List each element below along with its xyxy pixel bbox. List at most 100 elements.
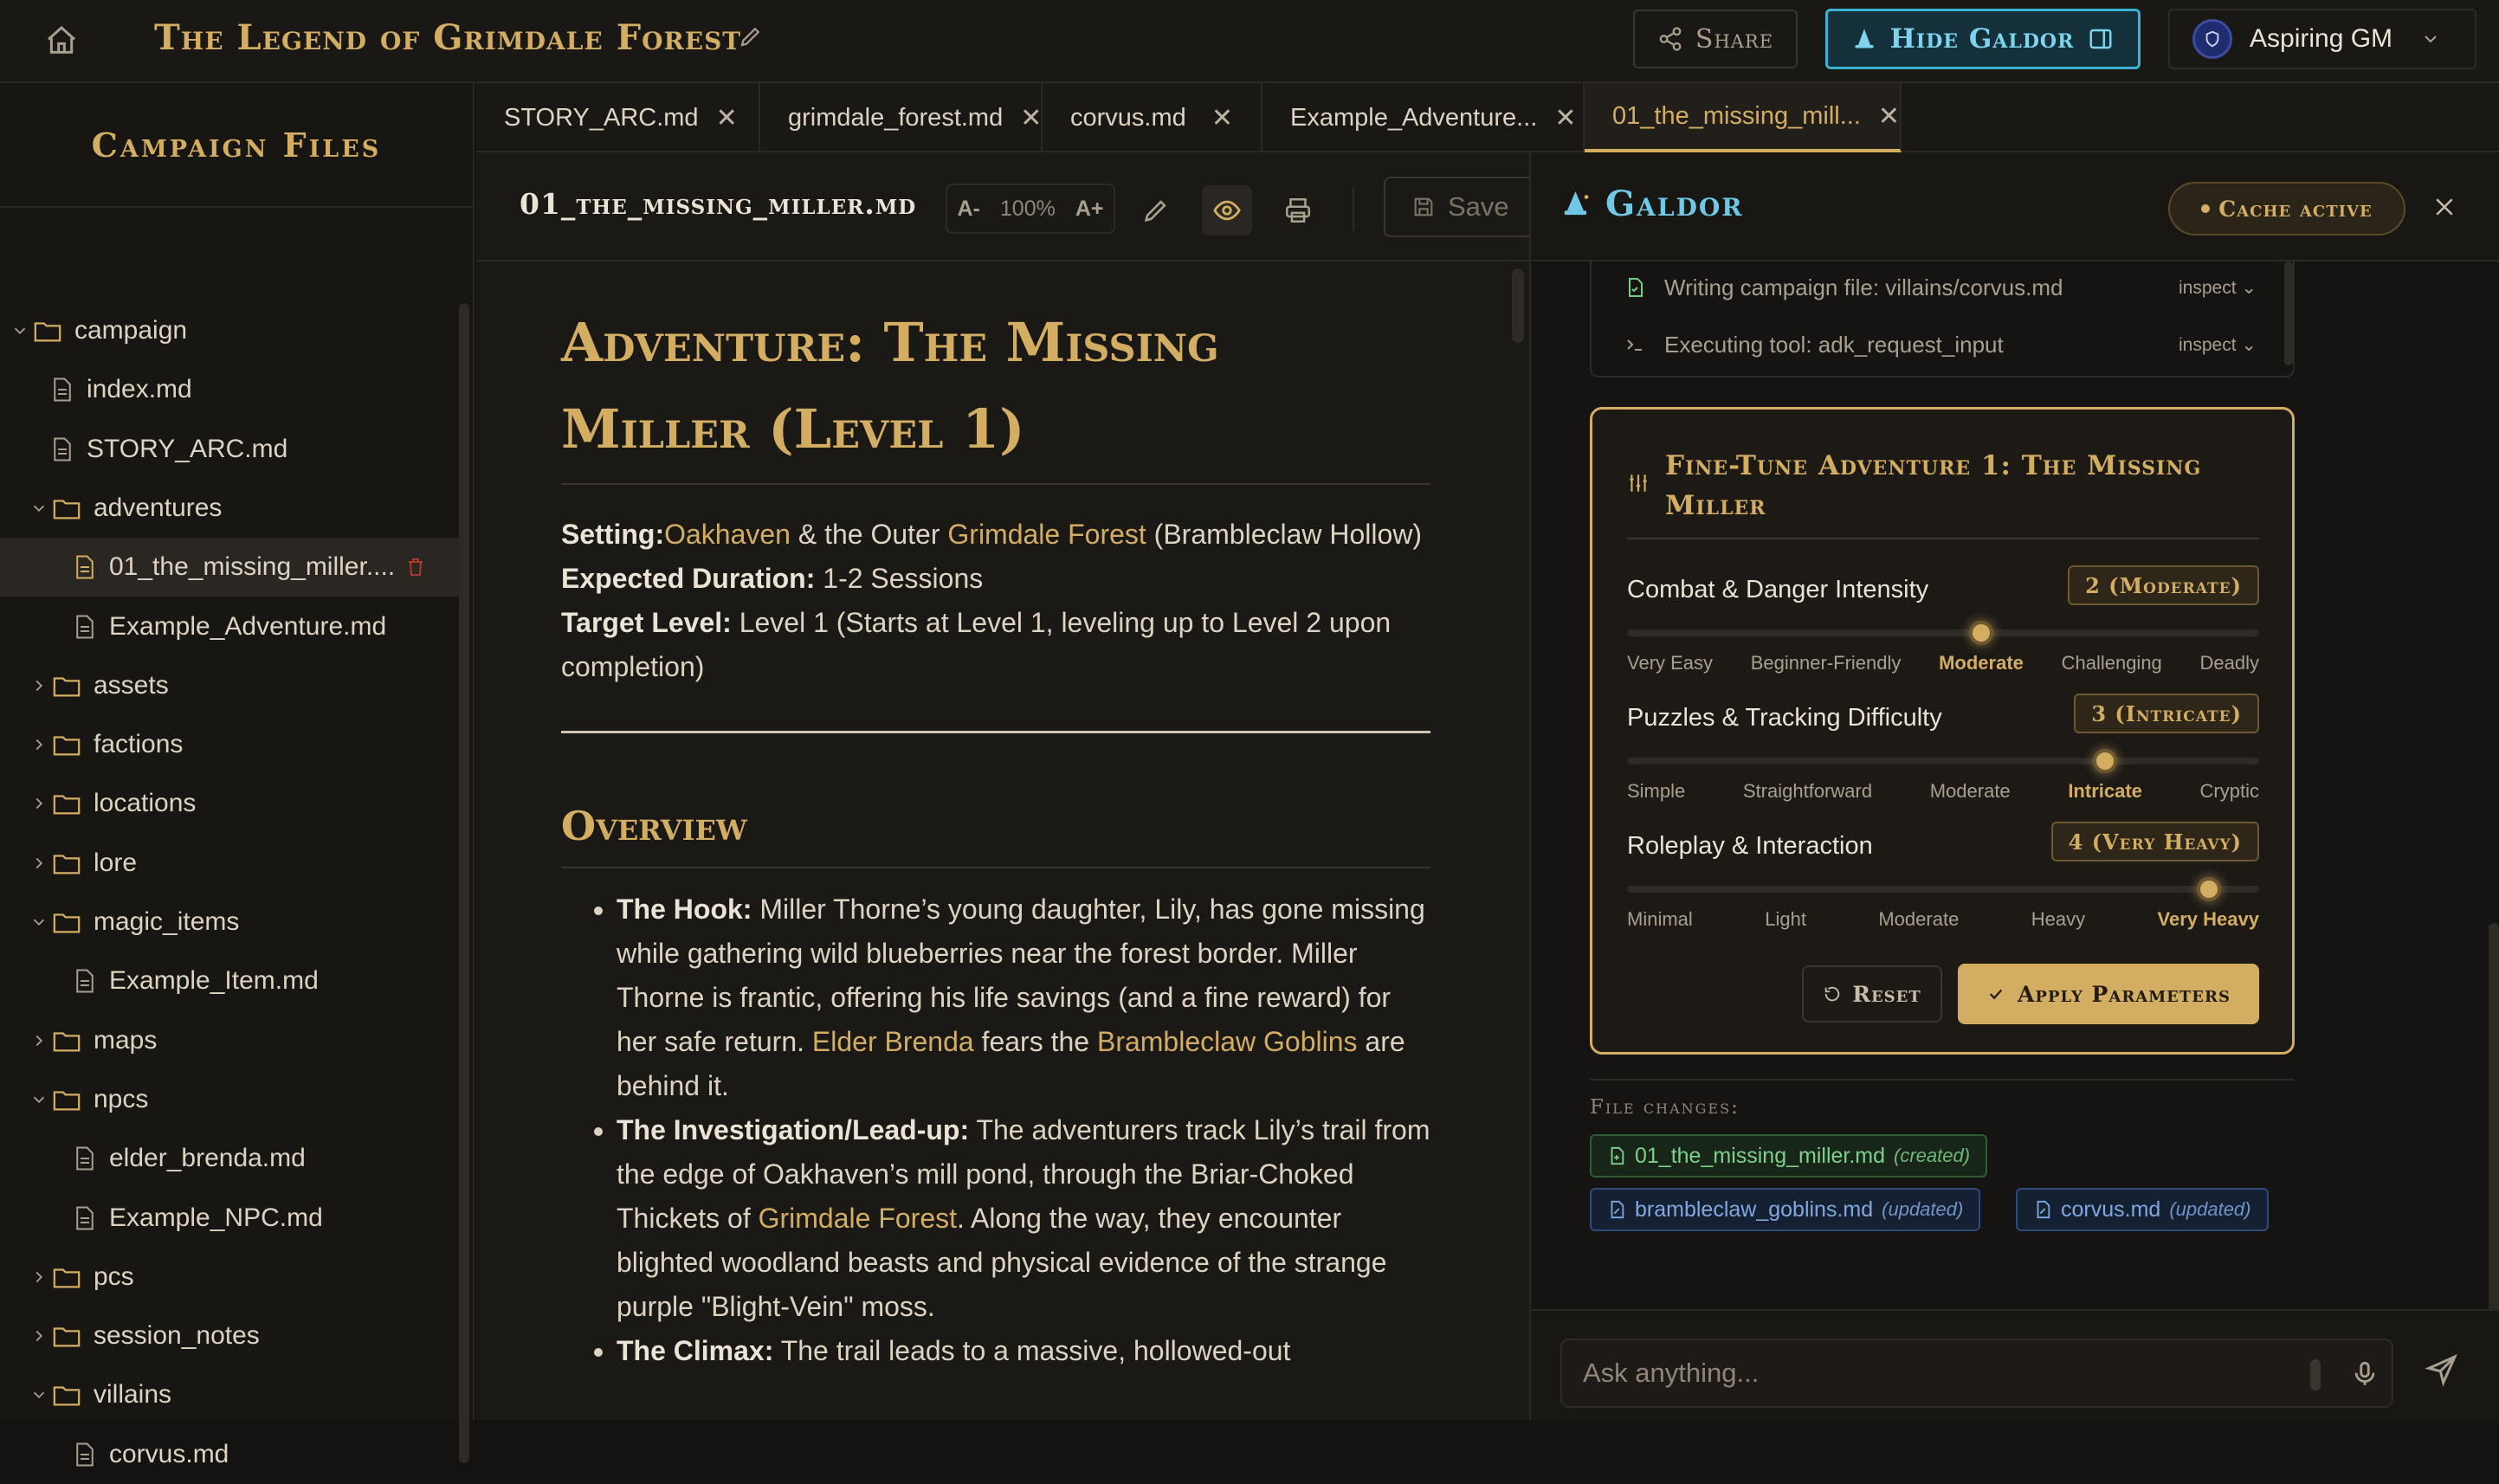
zoom-in-button[interactable]: A+ bbox=[1075, 197, 1104, 222]
tab-missing-miller[interactable]: 01_the_missing_mill... ✕ bbox=[1585, 83, 1902, 152]
slider-thumb[interactable] bbox=[2196, 877, 2221, 901]
slider-tick-label[interactable]: Challenging bbox=[2062, 652, 2162, 674]
oakhaven-link[interactable]: Oakhaven bbox=[664, 519, 791, 550]
chevron-right-icon[interactable] bbox=[26, 1268, 52, 1287]
chevron-right-icon[interactable] bbox=[26, 676, 52, 695]
user-menu[interactable]: Aspiring GM bbox=[2168, 9, 2476, 69]
log-scrollbar[interactable] bbox=[2284, 261, 2293, 365]
climax-text: The trail leads to a massive, hollowed-o… bbox=[773, 1335, 1291, 1366]
chevron-right-icon[interactable] bbox=[26, 854, 52, 873]
close-icon[interactable]: ✕ bbox=[716, 103, 738, 133]
tree-folder[interactable]: factions bbox=[26, 715, 183, 774]
elder-brenda-link[interactable]: Elder Brenda bbox=[812, 1026, 974, 1057]
slider-tick-label[interactable]: Heavy bbox=[2031, 908, 2085, 931]
tree-folder[interactable]: lore bbox=[26, 834, 137, 893]
tree-file[interactable]: index.md bbox=[50, 360, 192, 419]
tree-file[interactable]: STORY_ARC.md bbox=[50, 420, 287, 479]
tree-folder[interactable]: villains bbox=[26, 1365, 171, 1424]
share-button[interactable]: Share bbox=[1633, 10, 1798, 68]
slider-track[interactable] bbox=[1627, 629, 2259, 636]
chevron-right-icon[interactable] bbox=[26, 735, 52, 754]
tree-folder[interactable]: magic_items bbox=[26, 893, 239, 952]
slider-tick-label[interactable]: Moderate bbox=[1939, 652, 2024, 674]
tree-folder[interactable]: npcs bbox=[26, 1070, 148, 1129]
chevron-right-icon[interactable] bbox=[26, 794, 52, 813]
trash-icon[interactable] bbox=[405, 556, 426, 578]
slider-tick-label[interactable]: Deadly bbox=[2200, 652, 2259, 674]
chevron-down-icon[interactable] bbox=[26, 913, 52, 932]
slider-tick-label[interactable]: Light bbox=[1765, 908, 1806, 931]
chevron-down-icon[interactable] bbox=[26, 1090, 52, 1109]
slider-thumb[interactable] bbox=[2093, 749, 2117, 773]
editor-scrollbar[interactable] bbox=[1512, 268, 1524, 343]
cache-label: Cache active bbox=[2218, 196, 2373, 222]
apply-parameters-button[interactable]: Apply Parameters bbox=[1958, 964, 2259, 1024]
file-change-chip[interactable]: corvus.md (updated) bbox=[2016, 1188, 2269, 1231]
chevron-down-icon[interactable] bbox=[7, 321, 33, 340]
tree-folder[interactable]: maps bbox=[26, 1011, 157, 1070]
slider-tick-label[interactable]: Moderate bbox=[1878, 908, 1959, 931]
panel-scrollbar[interactable] bbox=[2489, 923, 2499, 1321]
tree-folder[interactable]: session_notes bbox=[26, 1307, 260, 1365]
close-icon[interactable]: ✕ bbox=[1211, 103, 1233, 133]
slider-tick-label[interactable]: Moderate bbox=[1930, 780, 2011, 803]
sidebar-scrollbar[interactable] bbox=[459, 303, 469, 1463]
slider-tick-label[interactable]: Intricate bbox=[2068, 780, 2142, 803]
zoom-out-button[interactable]: A- bbox=[958, 197, 980, 222]
tree-file[interactable]: Example_NPC.md bbox=[73, 1189, 323, 1248]
grimdale-forest-link[interactable]: Grimdale Forest bbox=[759, 1203, 957, 1234]
tree-folder[interactable]: locations bbox=[26, 774, 196, 833]
file-change-chip[interactable]: brambleclaw_goblins.md (updated) bbox=[1590, 1188, 1981, 1231]
slider-tick-label[interactable]: Straightforward bbox=[1743, 780, 1872, 803]
tab-corvus[interactable]: corvus.md ✕ bbox=[1043, 83, 1262, 152]
close-icon[interactable]: ✕ bbox=[1878, 101, 1900, 132]
tab-grimdale-forest[interactable]: grimdale_forest.md ✕ bbox=[760, 83, 1043, 152]
tree-folder[interactable]: pcs bbox=[26, 1248, 134, 1307]
tab-label: Example_Adventure... bbox=[1290, 103, 1538, 132]
chevron-down-icon[interactable] bbox=[26, 1385, 52, 1404]
slider-thumb[interactable] bbox=[1969, 621, 1993, 645]
chevron-right-icon[interactable] bbox=[26, 1031, 52, 1050]
print-icon[interactable] bbox=[1273, 185, 1323, 236]
chevron-down-icon[interactable] bbox=[26, 499, 52, 518]
tree-file[interactable]: Example_Item.md bbox=[73, 952, 319, 1010]
chevron-right-icon[interactable] bbox=[26, 1326, 52, 1345]
slider-tick-label[interactable]: Simple bbox=[1627, 780, 1685, 803]
preview-eye-icon[interactable] bbox=[1202, 185, 1252, 236]
slider-tick-label[interactable]: Very Heavy bbox=[2158, 908, 2259, 931]
tree-file[interactable]: elder_brenda.md bbox=[73, 1129, 306, 1188]
tab-example-adventure[interactable]: Example_Adventure... ✕ bbox=[1262, 83, 1585, 152]
slider-tick-label[interactable]: Very Easy bbox=[1627, 652, 1713, 674]
brambleclaw-goblins-link[interactable]: Brambleclaw Goblins bbox=[1097, 1026, 1358, 1057]
close-icon[interactable] bbox=[2431, 194, 2457, 220]
file-change-chip[interactable]: 01_the_missing_miller.md (created) bbox=[1590, 1134, 1988, 1178]
close-icon[interactable]: ✕ bbox=[1554, 103, 1576, 133]
slider-track[interactable] bbox=[1627, 886, 2259, 893]
ask-input[interactable]: Ask anything... bbox=[1560, 1339, 2393, 1408]
card-title: Fine-Tune Adventure 1: The Missing Mille… bbox=[1665, 450, 2202, 521]
tree-file[interactable]: corvus.md bbox=[73, 1425, 229, 1484]
tree-folder[interactable]: campaign bbox=[7, 301, 187, 360]
file-changes-label: File changes: bbox=[1590, 1096, 1740, 1119]
tree-folder[interactable]: adventures bbox=[26, 479, 222, 538]
tree-file[interactable]: 01_the_missing_miller.... bbox=[73, 538, 426, 597]
edit-icon[interactable] bbox=[1131, 185, 1181, 236]
slider-tick-label[interactable]: Minimal bbox=[1627, 908, 1693, 931]
microphone-icon[interactable] bbox=[2350, 1359, 2380, 1389]
slider-track[interactable] bbox=[1627, 758, 2259, 765]
pencil-icon[interactable] bbox=[738, 23, 764, 49]
inspect-toggle[interactable]: inspect ⌄ bbox=[2179, 277, 2257, 299]
home-icon[interactable] bbox=[42, 21, 81, 61]
inspect-toggle[interactable]: inspect ⌄ bbox=[2179, 334, 2257, 356]
reset-button[interactable]: Reset bbox=[1802, 965, 1942, 1023]
tree-file[interactable]: Example_Adventure.md bbox=[73, 597, 386, 656]
hide-galdor-button[interactable]: Hide Galdor bbox=[1825, 9, 2141, 69]
tree-folder[interactable]: assets bbox=[26, 656, 169, 715]
tab-story-arc[interactable]: STORY_ARC.md ✕ bbox=[476, 83, 760, 152]
send-icon[interactable] bbox=[2425, 1352, 2459, 1387]
close-icon[interactable]: ✕ bbox=[1020, 103, 1042, 133]
slider-tick-label[interactable]: Beginner-Friendly bbox=[1751, 652, 1902, 674]
grimdale-forest-link[interactable]: Grimdale Forest bbox=[947, 519, 1146, 550]
inspect-label: inspect bbox=[2179, 277, 2237, 298]
slider-tick-label[interactable]: Cryptic bbox=[2200, 780, 2259, 803]
